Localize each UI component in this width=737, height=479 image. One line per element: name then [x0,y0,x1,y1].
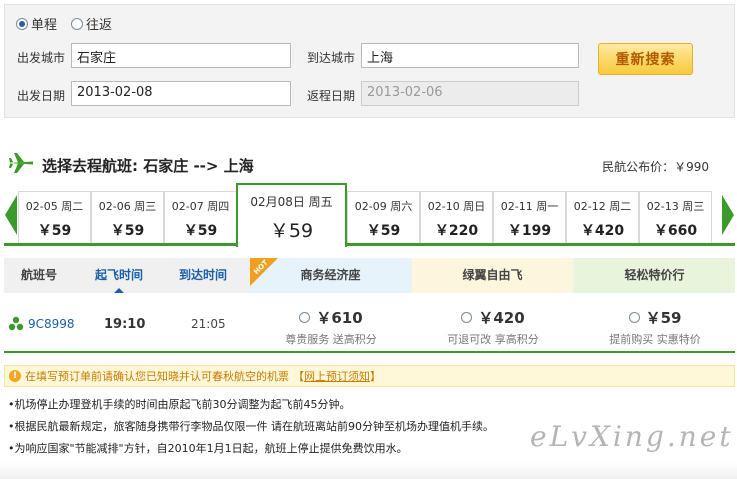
date-tab-date: 02-12 周二 [573,200,632,213]
warning-icon: ! [9,370,21,382]
trip-type-group: 单程 往返 [16,14,112,33]
date-tab-date: 02月08日 周五 [250,195,333,209]
date-tab[interactable]: 02-12 周二 ￥420 [566,191,639,243]
return-date-label: 返程日期 [307,89,356,103]
price-value: ￥59 [645,309,682,327]
date-tab-date: 02-09 周六 [354,200,413,213]
price-desc: 提前购买 实惠特价 [609,333,701,346]
price-radio[interactable] [628,312,640,323]
radio-oneway[interactable] [16,17,28,30]
trip-type-roundtrip-label: 往返 [86,18,113,33]
date-tab-price: ￥59 [366,223,401,239]
date-tab[interactable]: 02-06 周三 ￥59 [91,191,164,243]
date-tab-selected[interactable]: 02月08日 周五 ￥59 [236,183,347,247]
notice-bullet: •机场停止办理登机手续的时间由原起飞前30分调整为起飞前45分钟。 [8,398,351,411]
date-tab[interactable]: 02-11 周一 ￥199 [493,191,566,243]
bottom-strip [0,462,737,479]
arrive-city-input[interactable]: 上海 [361,43,579,68]
date-tab-price: ￥199 [507,223,552,239]
date-tab[interactable]: 02-07 周四 ￥59 [164,191,237,243]
research-button[interactable]: 重新搜索 [598,43,693,75]
arrive-city-label: 到达城市 [307,51,356,65]
depart-city-input[interactable]: 石家庄 [71,43,291,68]
price-option-special[interactable]: ￥59 提前购买 实惠特价 [580,307,730,347]
date-tab-price: ￥220 [434,223,479,239]
date-tab-date: 02-11 周一 [500,200,559,213]
flight-number[interactable]: 9C8998 [28,317,75,331]
table-row: 9C8998 19:10 21:05 ￥610 尊贵服务 送高积分 ￥420 可… [4,295,735,353]
depart-time: 19:10 [104,317,146,332]
plane-icon [9,153,33,173]
price-desc: 可退可改 享高积分 [447,333,539,346]
date-strip-baseline [4,243,735,246]
date-tab-price: ￥660 [653,223,698,239]
return-date-input: 2013-02-06 [361,81,579,106]
public-price: 民航公布价：￥990 [602,160,709,174]
hot-badge-icon: HOT [250,258,278,286]
date-tab-date: 02-13 周三 [646,200,705,213]
date-tab[interactable]: 02-10 周日 ￥220 [420,191,493,243]
price-option-flex[interactable]: ￥420 可退可改 享高积分 [418,307,568,347]
booking-notice: ! 在填写预订单前请确认您已知晓并认可春秋航空的机票 【网上预订须知】 [4,365,735,387]
price-radio[interactable] [461,312,473,323]
date-strip: 02-05 周二 ￥59 02-06 周三 ￥59 02-07 周四 ￥59 0… [4,183,735,247]
notice-bullet: •为响应国家"节能减排"方针，自2010年1月1日起，航班上停止提供免费饮用水。 [8,442,408,455]
site-watermark: eLvXing.net [530,420,734,453]
trip-type-oneway-label: 单程 [31,18,58,33]
depart-date-label: 出发日期 [17,89,66,103]
date-tab-date: 02-07 周四 [171,200,230,213]
trip-type-oneway[interactable]: 单程 [16,14,57,33]
date-tab-date: 02-10 周日 [427,200,486,213]
flight-table-header: 航班号 起飞时间 到达时间 商务经济座 绿翼自由飞 轻松特价行 HOT [4,258,735,293]
date-tab-date: 02-06 周三 [98,200,157,213]
col-cabin-special: 轻松特价行 [574,258,735,293]
search-panel: 单程 往返 出发城市 石家庄 到达城市 上海 出发日期 2013-02-08 返… [4,4,735,118]
link-bracket-close: 】 [370,370,381,383]
date-tab-date: 02-05 周二 [25,200,84,213]
price-desc: 尊贵服务 送高积分 [285,333,377,346]
date-tab-price: ￥59 [37,223,72,239]
booking-notice-text: 在填写预订单前请确认您已知晓并认可春秋航空的机票 [25,370,289,383]
next-dates-arrow-icon[interactable] [721,193,735,237]
date-tab[interactable]: 02-13 周三 ￥660 [639,191,712,243]
date-tab-price: ￥59 [269,220,314,242]
date-tab-price: ￥59 [110,223,145,239]
date-tab-price: ￥420 [580,223,625,239]
depart-date-input[interactable]: 2013-02-08 [71,81,291,106]
date-tab[interactable]: 02-09 周六 ￥59 [347,191,420,243]
price-option-business[interactable]: ￥610 尊贵服务 送高积分 [256,307,406,347]
price-radio[interactable] [299,312,311,323]
spring-airlines-logo-icon [8,316,24,331]
notice-bullet: •根据民航最新规定，旅客随身携带行李物品仅限一件 请在航班离站前90分钟至机场办… [8,420,494,433]
booking-rules-link[interactable]: 【网上预订须知】 [293,368,381,384]
route-title: 选择去程航班: 石家庄 --> 上海 [42,157,254,175]
prev-dates-arrow-icon[interactable] [4,193,18,237]
arrive-time: 21:05 [191,317,226,331]
depart-city-label: 出发城市 [17,51,66,65]
col-arrive-time[interactable]: 到达时间 [168,258,238,293]
col-flight-number: 航班号 [20,268,57,282]
booking-rules-link-text[interactable]: 网上预订须知 [304,370,370,383]
col-depart-time[interactable]: 起飞时间 [84,258,154,293]
col-cabin-flex: 绿翼自由飞 [412,258,573,293]
price-value: ￥610 [316,309,363,327]
radio-roundtrip[interactable] [71,17,84,30]
date-tab-price: ￥59 [183,223,218,239]
trip-type-roundtrip[interactable]: 往返 [71,14,112,33]
link-bracket-open: 【 [293,370,304,383]
date-tab[interactable]: 02-05 周二 ￥59 [18,191,91,243]
price-value: ￥420 [478,309,525,327]
